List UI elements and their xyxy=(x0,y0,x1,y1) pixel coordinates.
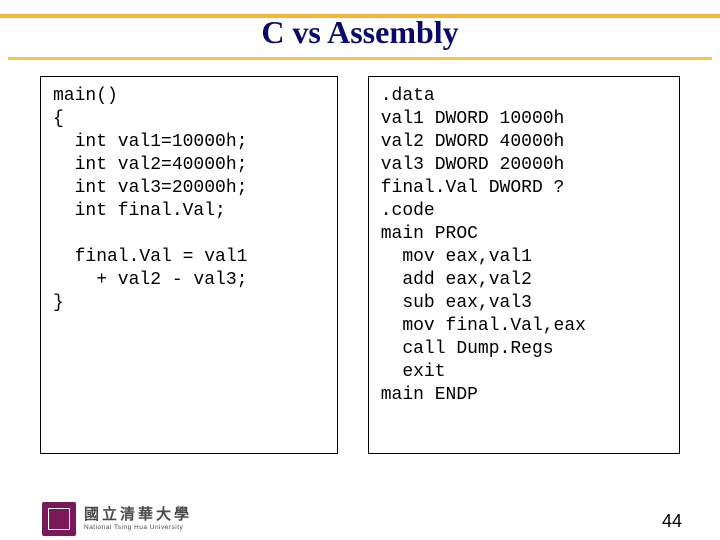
c-code-box: main() { int val1=10000h; int val2=40000… xyxy=(40,76,338,454)
university-logo-icon xyxy=(42,502,76,536)
university-name-zh: 國立清華大學 xyxy=(84,507,192,522)
university-text: 國立清華大學 National Tsing Hua University xyxy=(84,507,192,532)
code-panels: main() { int val1=10000h; int val2=40000… xyxy=(0,76,720,454)
university-name-en: National Tsing Hua University xyxy=(84,524,192,532)
slide-title: C vs Assembly xyxy=(0,14,720,51)
assembly-code-box: .data val1 DWORD 10000h val2 DWORD 40000… xyxy=(368,76,680,454)
page-number: 44 xyxy=(662,511,682,532)
title-underline xyxy=(8,57,712,60)
top-rule xyxy=(0,14,720,18)
footer-logo-block: 國立清華大學 National Tsing Hua University xyxy=(42,502,192,536)
